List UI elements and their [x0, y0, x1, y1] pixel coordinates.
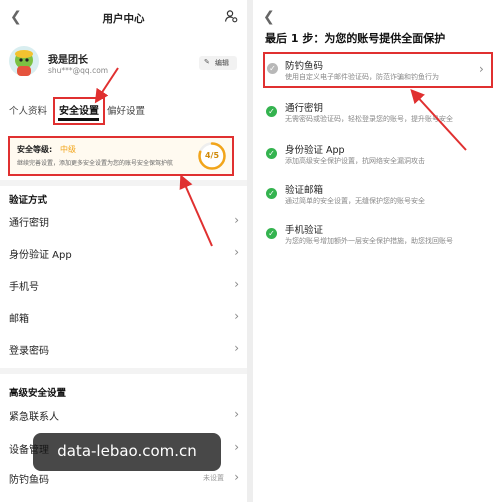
- section-title-advanced: 高级安全设置: [9, 388, 67, 399]
- protection-steps-screen: ❮ 最后 1 步：为您的账号提供全面保护 ✓ 防钓鱼码 使用自定义电子邮件验证码…: [253, 0, 500, 502]
- chevron-right-icon: ›: [234, 309, 239, 323]
- chevron-right-icon: ›: [234, 407, 239, 421]
- list-item-email[interactable]: 邮箱 ›: [0, 304, 247, 328]
- edit-button[interactable]: ✎ 编辑: [199, 56, 237, 70]
- section-title-verify: 验证方式: [9, 195, 48, 206]
- security-level-value: 中级: [60, 145, 76, 154]
- step-phone-verification: ✓ 手机验证 为您的账号增加额外一层安全保护措施，助您找回账号: [253, 220, 500, 250]
- page-title: 用户中心: [102, 13, 145, 25]
- check-icon: ✓: [266, 188, 277, 199]
- chevron-right-icon: ›: [234, 245, 239, 259]
- pencil-icon: ✎: [204, 58, 210, 66]
- user-settings-icon[interactable]: [224, 9, 238, 23]
- step-verify-email: ✓ 验证邮箱 通过简单的安全设置，无缝保护您的账号安全: [253, 180, 500, 210]
- list-item-passkey[interactable]: 通行密钥 ›: [0, 208, 247, 232]
- divider: [0, 368, 247, 374]
- check-icon: ✓: [266, 148, 277, 159]
- anti-phishing-status: 未设置: [203, 474, 224, 482]
- list-item-emergency-contact[interactable]: 紧急联系人 ›: [0, 403, 247, 427]
- chevron-right-icon: ›: [479, 62, 484, 76]
- divider: [0, 180, 247, 186]
- pending-check-icon: ✓: [267, 63, 278, 74]
- chevron-right-icon: ›: [234, 440, 239, 454]
- security-level-label: 安全等级:: [17, 145, 53, 154]
- list-item-authenticator-app[interactable]: 身份验证 App ›: [0, 240, 247, 264]
- list-item-login-password[interactable]: 登录密码 ›: [0, 336, 247, 360]
- step-passkey: ✓ 通行密钥 无需密码或验证码，轻松登录您的账号，提升账号安全: [253, 98, 500, 128]
- watermark-text: data-lebao.com.cn: [57, 442, 197, 460]
- highlight-box: [53, 97, 105, 125]
- user-center-screen: ❮ 用户中心 我是团长 shu***@qq.com ✎ 编辑 个人资料 安全设置…: [0, 0, 247, 502]
- user-email: shu***@qq.com: [48, 66, 109, 75]
- watermark-badge: data-lebao.com.cn: [33, 433, 221, 471]
- steps-title: 最后 1 步：为您的账号提供全面保护: [265, 32, 446, 45]
- list-item-phone[interactable]: 手机号 ›: [0, 272, 247, 296]
- username: 我是团长: [48, 55, 88, 66]
- tab-preferences[interactable]: 偏好设置: [107, 103, 145, 117]
- step-authenticator-app: ✓ 身份验证 App 添加高级安全保护设置，抗网络安全漏洞攻击: [253, 140, 500, 170]
- check-icon: ✓: [266, 228, 277, 239]
- chevron-right-icon: ›: [234, 213, 239, 227]
- chevron-right-icon: ›: [234, 277, 239, 291]
- security-score: 4/5: [204, 151, 220, 160]
- security-level-desc: 继续完善设置，添加更多安全设置为您的账号安全保驾护航: [17, 160, 174, 167]
- chevron-right-icon: ›: [234, 341, 239, 355]
- tab-personal-info[interactable]: 个人资料: [9, 103, 47, 117]
- step-anti-phishing-code[interactable]: ✓ 防钓鱼码 使用自定义电子邮件验证码，防范诈骗和钓鱼行为 ›: [265, 54, 491, 86]
- chevron-right-icon: ›: [234, 470, 239, 484]
- check-icon: ✓: [266, 106, 277, 117]
- back-icon[interactable]: ❮: [263, 10, 275, 24]
- avatar[interactable]: [9, 46, 39, 76]
